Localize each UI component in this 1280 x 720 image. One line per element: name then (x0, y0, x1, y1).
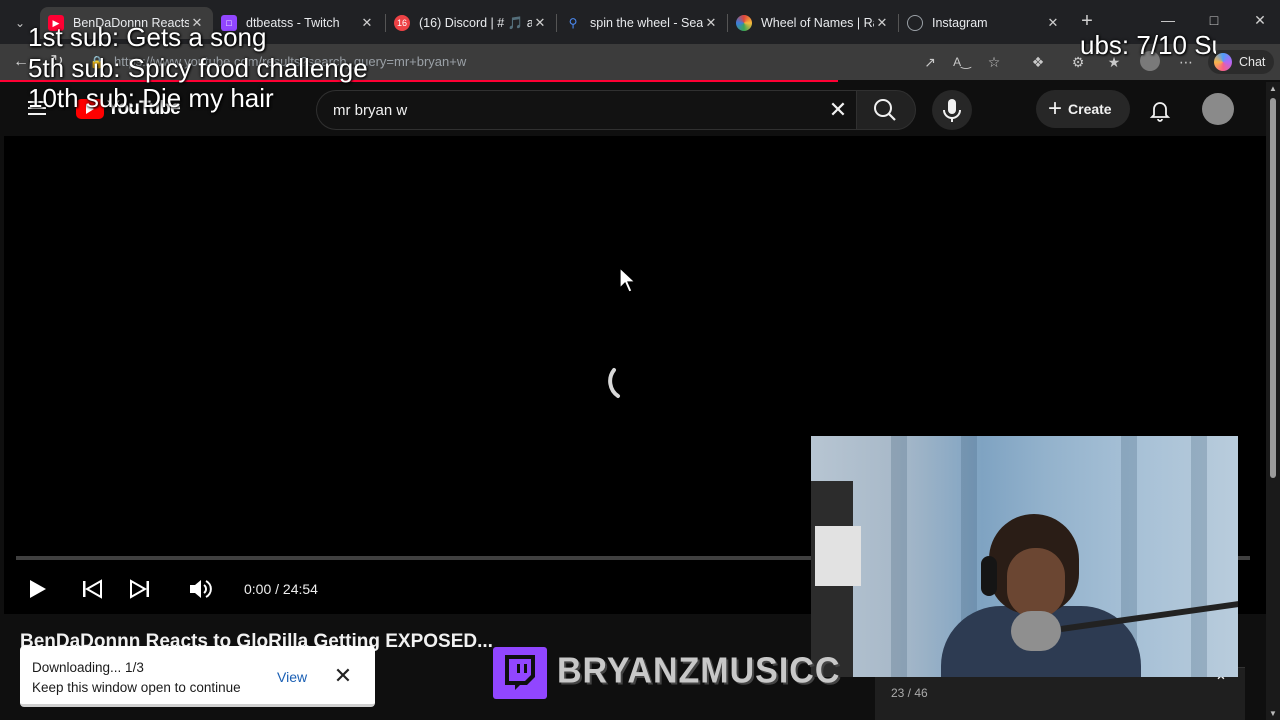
wheel-icon (736, 15, 752, 31)
search-button[interactable] (856, 90, 916, 130)
close-tab-icon[interactable]: ✕ (1045, 15, 1061, 31)
tab-wheel-of-names[interactable]: Wheel of Names | Ra ✕ (728, 7, 898, 39)
download-toast: Downloading... 1/3 Keep this window open… (20, 646, 375, 707)
tab-title: (16) Discord | # 🎵 all (419, 15, 532, 30)
tab-discord[interactable]: 16 (16) Discord | # 🎵 all ✕ (386, 7, 556, 39)
twitch-logo-icon (493, 647, 547, 699)
close-tab-icon[interactable]: ✕ (532, 15, 548, 31)
curtain-fold (891, 436, 907, 677)
goal-line: 5th sub: Spicy food challenge (28, 52, 368, 83)
create-button[interactable]: + Create (1036, 90, 1130, 128)
person-face (1007, 548, 1065, 618)
scrollbar[interactable]: ▲ ▼ (1266, 82, 1280, 720)
tab-title: Instagram (932, 16, 988, 30)
curtain-fold (1191, 436, 1207, 677)
close-window-icon[interactable]: ✕ (1250, 12, 1270, 32)
close-tab-icon[interactable]: ✕ (703, 15, 719, 31)
maximize-icon[interactable]: □ (1204, 12, 1224, 32)
sub-goals-overlay: 1st sub: Gets a song 5th sub: Spicy food… (28, 22, 368, 114)
close-tab-icon[interactable]: ✕ (874, 15, 890, 31)
webcam-overlay (811, 436, 1238, 677)
search-icon (874, 99, 896, 121)
tab-instagram[interactable]: Instagram ✕ (899, 7, 1069, 39)
boxes (815, 526, 861, 586)
next-icon[interactable] (127, 576, 153, 602)
mouse-cursor-icon (619, 267, 637, 293)
subs-counter: ubs: 7/10 Su (1080, 30, 1216, 60)
copilot-icon (1214, 53, 1232, 71)
copilot-chat-button[interactable]: Chat (1208, 50, 1274, 74)
download-status: Downloading... 1/3 (32, 660, 144, 675)
copilot-label: Chat (1239, 55, 1266, 69)
account-avatar[interactable] (1202, 93, 1234, 125)
open-in-app-icon[interactable]: ↗ (920, 52, 940, 72)
microphone (1011, 611, 1061, 651)
player-time: 0:00 / 24:54 (244, 581, 318, 597)
tab-title: Wheel of Names | Ra (761, 16, 874, 30)
download-message: Keep this window open to continue (32, 680, 241, 695)
globe-icon (907, 15, 923, 31)
minimize-icon[interactable]: — (1158, 12, 1178, 32)
discord-icon: 16 (394, 15, 410, 31)
close-toast-icon[interactable]: ✕ (333, 665, 353, 687)
notifications-bell-icon[interactable] (1148, 98, 1172, 122)
create-label: Create (1068, 101, 1112, 117)
voice-search-button[interactable] (932, 90, 972, 130)
twitch-channel-name: BRYANZMUSICC (557, 651, 841, 691)
playlist-position: 23 / 46 (891, 686, 928, 700)
search-box[interactable]: mr bryan w ✕ (316, 90, 856, 130)
scroll-down-icon[interactable]: ▼ (1269, 709, 1277, 718)
goal-line: 1st sub: Gets a song (28, 22, 267, 52)
goal-line: 10th sub: Die my hair (28, 83, 274, 113)
plus-icon: + (1048, 95, 1063, 122)
extensions-puzzle-icon[interactable]: ❖ (1028, 52, 1048, 72)
tab-title: spin the wheel - Sear (590, 16, 703, 30)
screen: ⌄ ▶ BenDaDonnn Reacts ✕ □ dtbeatss - Twi… (0, 0, 1280, 720)
read-aloud-icon[interactable]: A‿ (952, 52, 972, 72)
search-icon: ⚲ (568, 16, 578, 30)
scrollbar-thumb[interactable] (1270, 98, 1276, 478)
previous-icon[interactable] (79, 576, 105, 602)
scroll-up-icon[interactable]: ▲ (1269, 84, 1277, 93)
headphones (981, 556, 997, 596)
clear-search-icon[interactable]: ✕ (825, 97, 851, 123)
tab-search[interactable]: ⚲ spin the wheel - Sear ✕ (557, 7, 727, 39)
microphone-icon (943, 99, 961, 122)
volume-icon[interactable] (187, 576, 213, 602)
download-view-link[interactable]: View (277, 669, 307, 685)
favorite-star-icon[interactable]: ☆ (984, 52, 1004, 72)
loading-spinner-icon (608, 368, 620, 398)
play-icon[interactable] (24, 576, 50, 602)
